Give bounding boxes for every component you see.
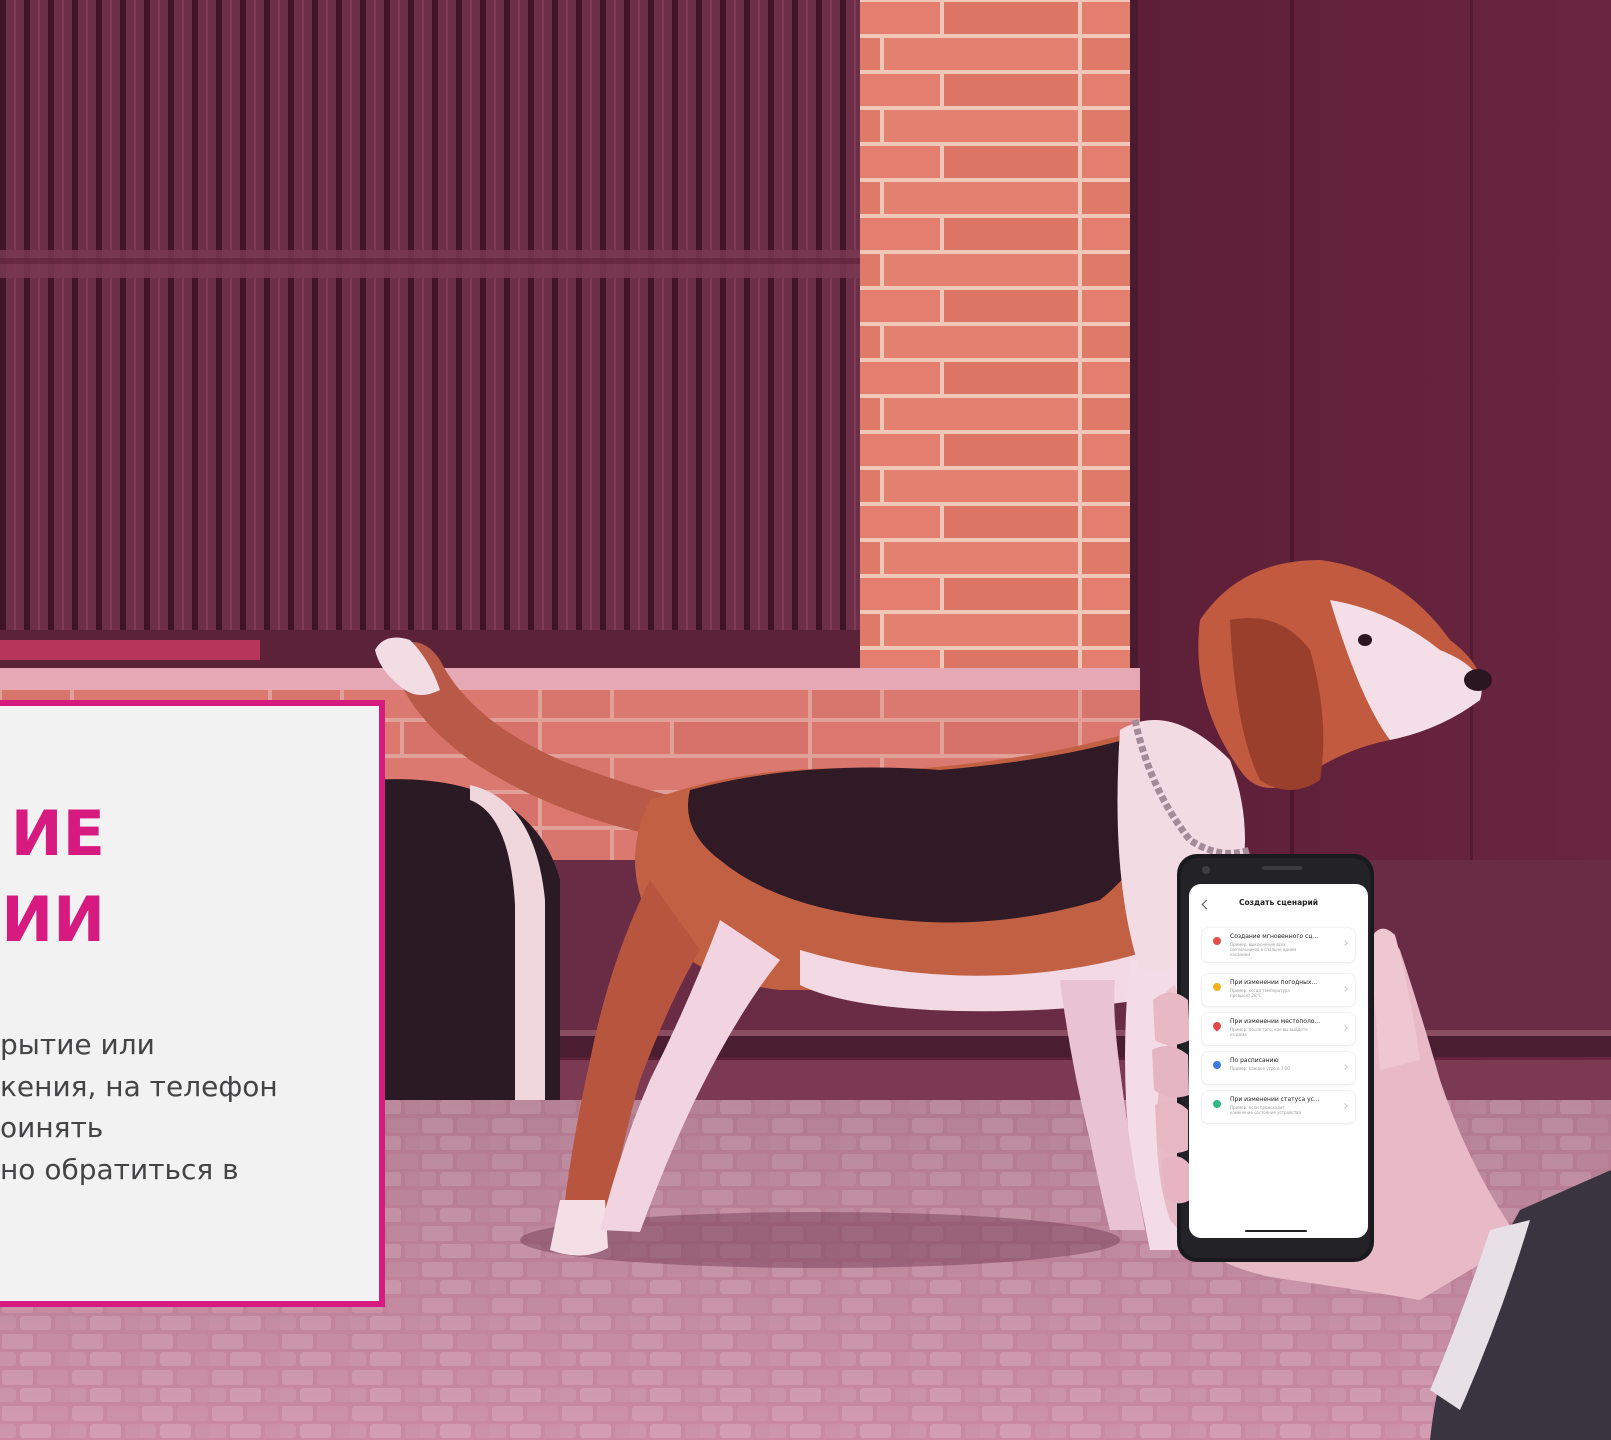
scenario-description: Пример: после того, как вы выйдете из до… [1230,1027,1308,1037]
chevron-right-icon [1342,1064,1348,1070]
scenario-description: Пример: выключение всех светильников в с… [1230,942,1297,957]
scenario-item-device-status[interactable]: При изменении статуса ус... Пример: если… [1202,1091,1355,1123]
scenario-description: Пример: если происходит изменение состоя… [1230,1105,1301,1115]
scenario-title: По расписанию [1230,1057,1279,1064]
device-status-icon [1213,1100,1221,1108]
scenario-title: При изменении погодных... [1230,979,1318,986]
home-indicator[interactable] [1245,1229,1307,1232]
location-pin-icon [1211,1020,1223,1032]
scenario-item-weather[interactable]: При изменении погодных... Пример: когда … [1202,974,1355,1006]
scenario-item-location[interactable]: При изменении местополо... Пример: после… [1202,1013,1355,1045]
info-title: ИЕ ИИ [1,797,105,956]
tap-icon [1213,937,1221,945]
scenario-description: Пример: когда температура превысит 28°C [1230,988,1290,998]
scenario-title: Создание мгновенного сц... [1230,933,1319,940]
scenario-title: При изменении статуса ус... [1230,1096,1320,1103]
chevron-right-icon [1342,940,1348,946]
chevron-right-icon [1342,986,1348,992]
phone-screen: Создать сценарий Создание мгновенного сц… [1189,884,1368,1238]
phone-header: Создать сценарий [1189,884,1368,928]
info-description: рытие или кения, на телефон оинять но об… [0,1028,278,1186]
scenario-item-schedule[interactable]: По расписанию Пример: каждое утро в 7:00 [1202,1052,1355,1084]
phone-screen-title: Создать сценарий [1238,898,1319,907]
sun-icon [1213,983,1221,991]
chevron-right-icon [1342,1025,1348,1031]
hero-scene: ИЕ ИИ рытие или кения, на телефон оинять… [0,0,1611,1440]
scenario-item-instant[interactable]: Создание мгновенного сц... Пример: выклю… [1202,928,1355,962]
scenario-title: При изменении местополо... [1230,1018,1321,1025]
scenario-description: Пример: каждое утро в 7:00 [1230,1066,1290,1071]
chevron-right-icon [1342,1103,1348,1109]
clock-icon [1213,1061,1221,1069]
info-card: ИЕ ИИ рытие или кения, на телефон оинять… [0,700,385,1307]
